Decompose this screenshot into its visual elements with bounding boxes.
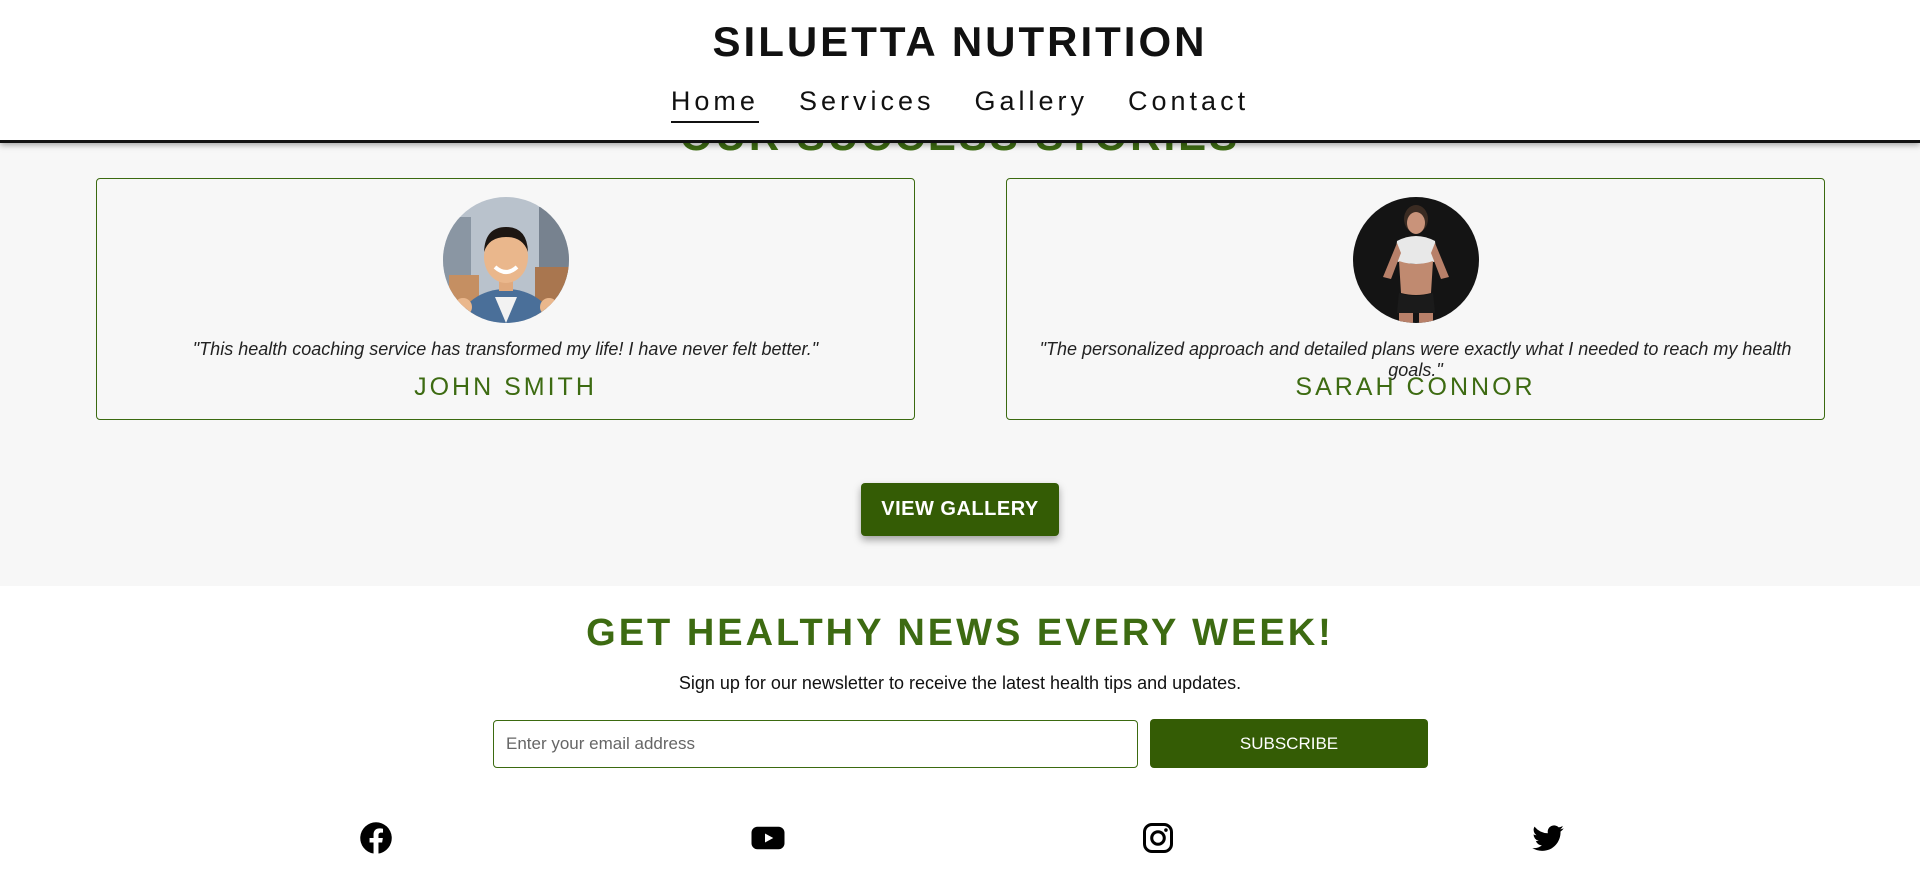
email-input[interactable] — [493, 720, 1138, 768]
testimonial-name: JOHN SMITH — [414, 373, 597, 401]
newsletter-subtitle: Sign up for our newsletter to receive th… — [678, 673, 1242, 693]
testimonial-card: "This health coaching service has transf… — [96, 178, 915, 420]
avatar — [1352, 197, 1479, 323]
nav-item-services[interactable]: Services — [799, 86, 935, 123]
avatar — [442, 197, 569, 323]
subscribe-button[interactable]: SUBSCRIBE — [1150, 719, 1428, 768]
nav-item-contact[interactable]: Contact — [1128, 86, 1249, 123]
brand-title: SILUETTA NUTRITION — [712, 18, 1208, 65]
facebook-icon[interactable] — [358, 820, 394, 856]
testimonial-name: SARAH CONNOR — [1295, 373, 1536, 401]
testimonial-quote: "This health coaching service has transf… — [192, 339, 819, 359]
instagram-icon[interactable] — [1140, 820, 1176, 856]
view-gallery-button[interactable]: VIEW GALLERY — [861, 483, 1059, 536]
main-nav: Home Services Gallery Contact — [0, 86, 1920, 123]
youtube-icon[interactable] — [750, 820, 786, 856]
testimonial-card: "The personalized approach and detailed … — [1006, 178, 1825, 420]
nav-item-gallery[interactable]: Gallery — [974, 86, 1088, 123]
site-header: SILUETTA NUTRITION Home Services Gallery… — [0, 0, 1920, 143]
nav-item-home[interactable]: Home — [670, 86, 759, 123]
newsletter-title: GET HEALTHY NEWS EVERY WEEK! — [586, 612, 1334, 654]
twitter-icon[interactable] — [1530, 820, 1566, 856]
